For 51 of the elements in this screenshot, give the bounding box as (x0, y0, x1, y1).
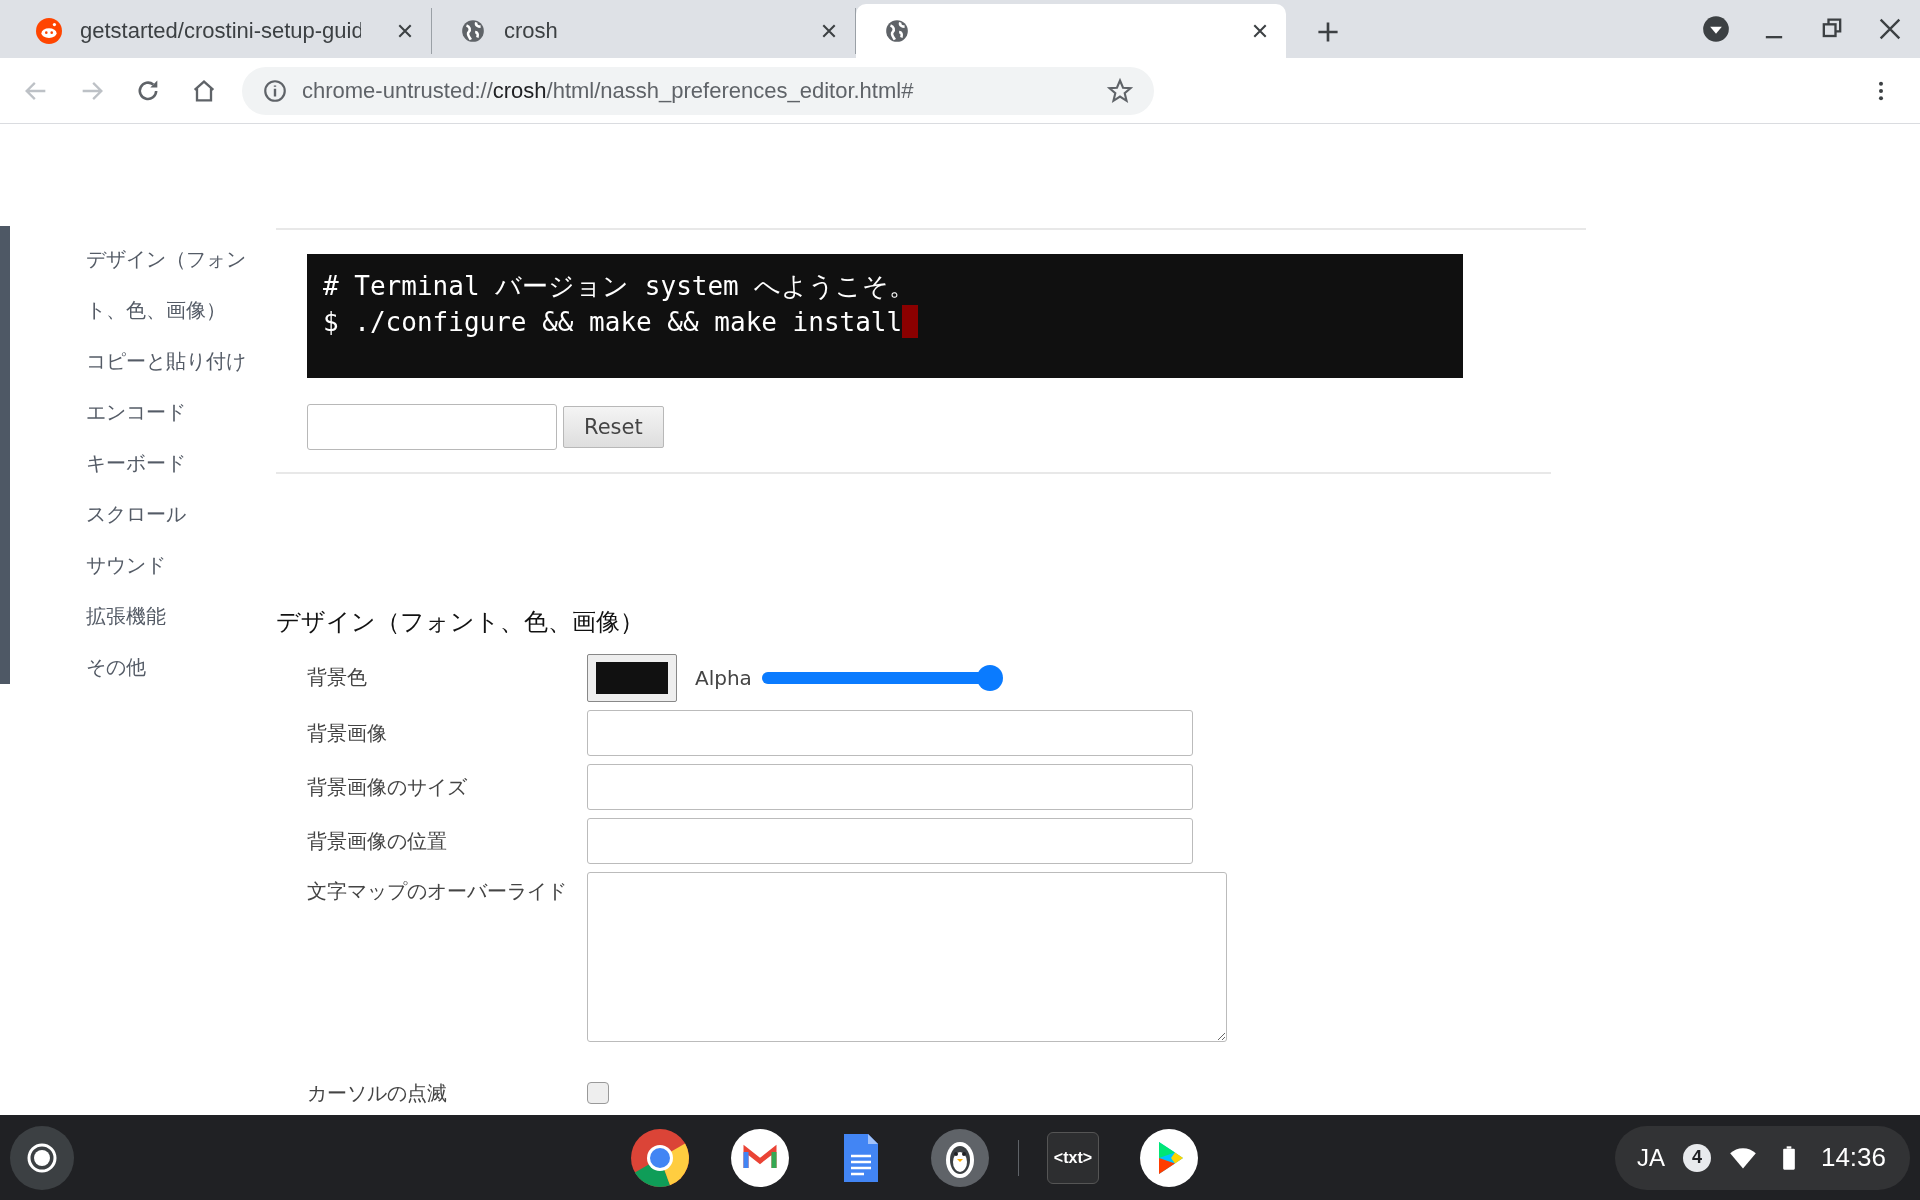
field-label: 背景色 (307, 664, 368, 691)
globe-icon (460, 18, 486, 44)
input-method-label: JA (1636, 1143, 1665, 1172)
alpha-label: Alpha (695, 665, 752, 692)
tab-search-icon[interactable] (1702, 15, 1730, 43)
globe-icon (884, 18, 910, 44)
text-field[interactable] (587, 764, 1193, 810)
reset-button[interactable]: Reset (563, 406, 664, 448)
sidebar-link[interactable]: キーボード (86, 438, 276, 489)
tab-title: crosh (504, 18, 558, 44)
field-label: 背景画像 (307, 720, 388, 747)
sidebar-link[interactable]: エンコード (86, 387, 276, 438)
sidebar-link[interactable]: デザイン（フォント、色、画像） (86, 234, 276, 336)
text-editor-app-icon[interactable]: <txt> (1046, 1131, 1099, 1184)
penguin-app-icon[interactable] (929, 1127, 990, 1188)
url-text: chrome-untrusted://crosh/html/nassh_preferences_editor.html# (302, 77, 914, 104)
terminal-line: $ ./configure && make && make install (323, 304, 1447, 340)
close-icon[interactable] (397, 23, 413, 39)
mail-app-icon[interactable] (729, 1127, 790, 1188)
play-store-app-icon[interactable] (1138, 1127, 1199, 1188)
sidebar-link[interactable]: 拡張機能 (86, 591, 276, 642)
field-label: 背景画像のサイズ (307, 774, 468, 801)
field-label: カーソルの点滅 (307, 1080, 448, 1107)
sidebar-link[interactable]: コピーと貼り付け (86, 336, 276, 387)
address-bar[interactable]: chrome-untrusted://crosh/html/nassh_preferences_editor.html# (242, 66, 1154, 115)
menu-icon[interactable] (1878, 79, 1884, 102)
field-label: 背景画像の位置 (307, 828, 448, 855)
close-icon[interactable] (821, 23, 837, 39)
clock-time: 14:36 (1820, 1142, 1886, 1173)
field-label: 文字マップのオーバーライド (307, 878, 567, 905)
section-heading: デザイン（フォント、色、画像） (276, 607, 645, 638)
sidebar-link[interactable]: スクロール (86, 489, 276, 540)
sidebar-link[interactable]: その他 (86, 642, 276, 693)
notification-count: 4 (1682, 1143, 1711, 1172)
text-field[interactable] (587, 818, 1193, 864)
alien-face-icon (36, 18, 62, 44)
text-field[interactable] (307, 404, 557, 450)
close-icon[interactable] (1252, 23, 1268, 39)
sidebar-link[interactable]: サウンド (86, 540, 276, 591)
browser-tab[interactable]: crosh (432, 8, 856, 54)
text-field[interactable] (587, 710, 1193, 756)
color-picker[interactable] (587, 654, 677, 702)
terminal-line: # Terminal バージョン system へようこそ。 (323, 270, 917, 303)
new-tab-icon[interactable] (1316, 20, 1340, 44)
checkbox[interactable] (587, 1082, 609, 1104)
bookmark-star-icon[interactable] (1106, 76, 1134, 105)
launcher-icon[interactable] (10, 1125, 74, 1190)
alpha-slider[interactable] (761, 665, 1003, 691)
browser-app-icon[interactable] (629, 1127, 690, 1188)
status-tray[interactable]: JA 4 14:36 (1614, 1125, 1910, 1190)
info-icon (262, 77, 288, 104)
